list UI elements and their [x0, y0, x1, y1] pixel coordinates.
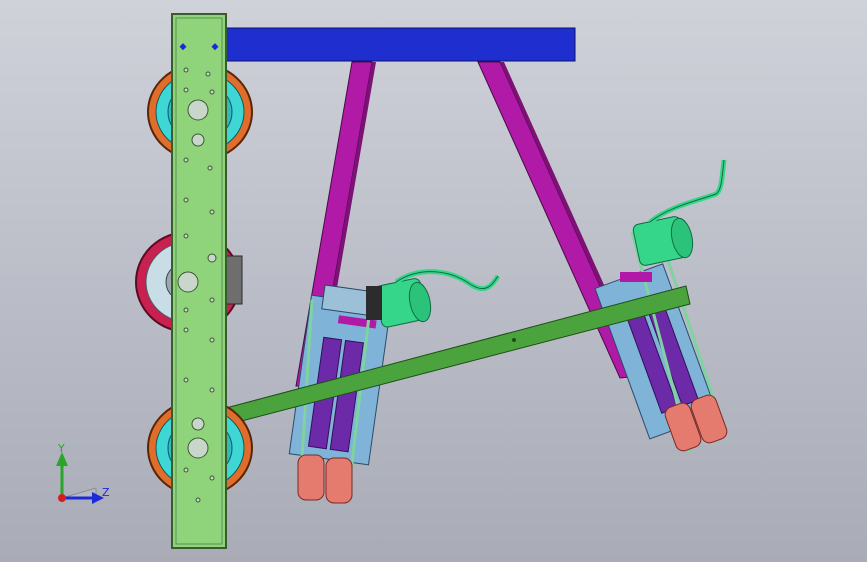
- graphics-viewport[interactable]: Y Z: [0, 0, 867, 562]
- triad-y-label: Y: [58, 442, 65, 455]
- left-roller-b: [325, 457, 353, 504]
- triad-z-label: Z: [102, 486, 110, 499]
- top-crossbar: [223, 27, 576, 62]
- cad-model-view[interactable]: [0, 0, 867, 562]
- reference-triad: [56, 452, 104, 504]
- left-roller-a: [297, 454, 325, 501]
